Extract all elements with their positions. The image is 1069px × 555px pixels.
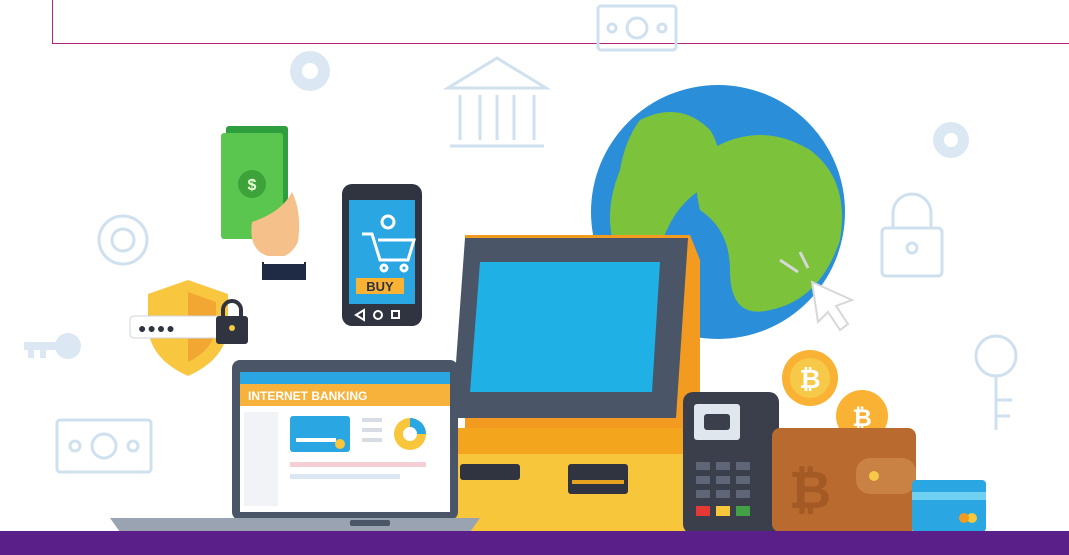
banking-illustration: $ BUY ●●●● INTERNET BANKING ₿ ₿ ₿ xyxy=(0,0,1069,555)
bitcoin-icon: ₿ xyxy=(782,350,838,406)
card-icon xyxy=(912,480,986,532)
bg-money-bill-icon xyxy=(55,418,153,474)
bg-lock-icon xyxy=(880,192,944,278)
svg-text:₿: ₿ xyxy=(799,364,820,394)
money-bill-icon: $ xyxy=(221,126,306,280)
svg-text:₿: ₿ xyxy=(789,462,831,520)
bg-key-icon xyxy=(974,334,1018,430)
bg-gear-icon xyxy=(97,214,149,266)
svg-text:₿: ₿ xyxy=(852,405,872,432)
bg-bank-icon xyxy=(442,56,552,148)
laptop: INTERNET BANKING xyxy=(110,360,480,532)
password-field: ●●●● xyxy=(129,315,223,339)
smartphone: BUY xyxy=(342,184,422,326)
bg-gear-icon xyxy=(933,122,969,158)
svg-text:$: $ xyxy=(248,177,257,194)
bg-gear-icon xyxy=(290,51,330,91)
scene: $ BUY ●●●● INTERNET BANKING ₿ ₿ ₿ xyxy=(24,4,1018,534)
phone-buy-label: BUY xyxy=(366,279,394,294)
floor-bar xyxy=(0,531,1069,555)
wallet-icon: ₿ xyxy=(772,428,916,532)
bg-money-bill-icon xyxy=(596,4,678,52)
screen-heading: INTERNET BANKING xyxy=(248,389,367,403)
password-mask: ●●●● xyxy=(138,320,176,336)
bg-key-icon xyxy=(24,333,81,359)
card-terminal xyxy=(683,392,779,534)
